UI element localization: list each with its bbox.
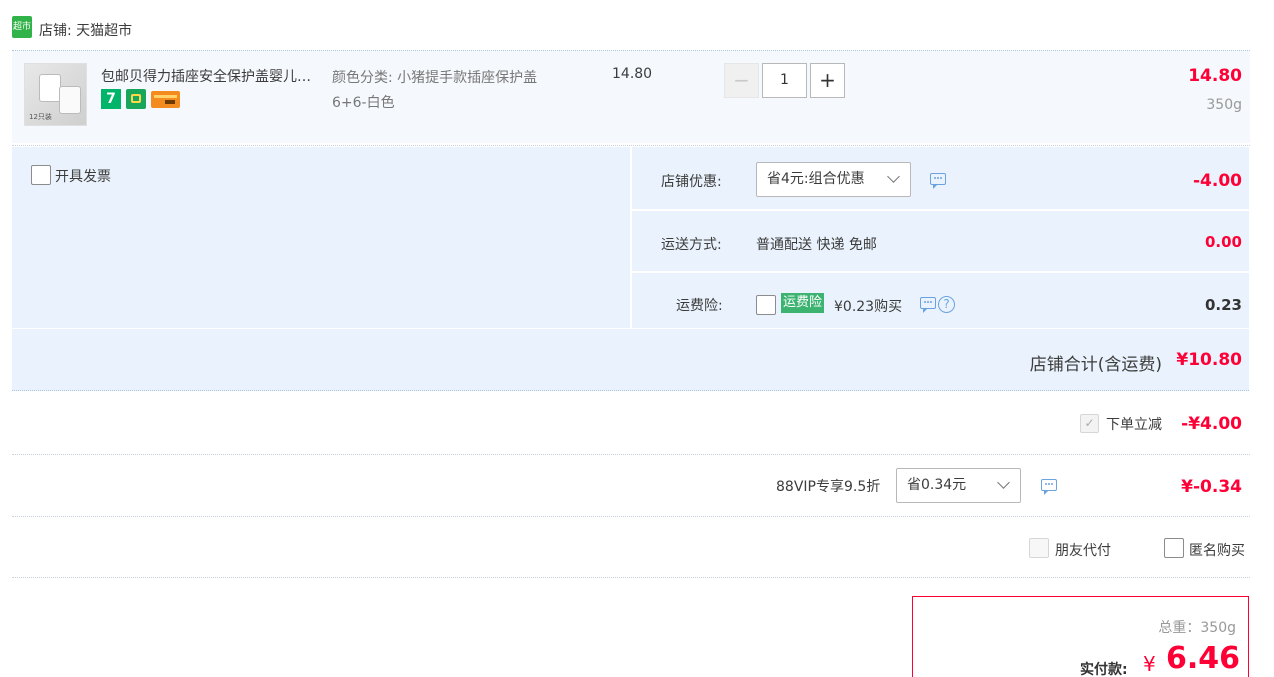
anonymous-checkbox[interactable] bbox=[1164, 538, 1184, 558]
quantity-stepper: − 1 + bbox=[724, 63, 845, 98]
anonymous-label[interactable]: 匿名购买 bbox=[1189, 540, 1245, 560]
total-weight: 总重：350g bbox=[1158, 620, 1236, 636]
thumbnail-cover-icon bbox=[59, 86, 81, 114]
vip-discount-amount: ¥-0.34 bbox=[1181, 477, 1242, 497]
plug-icon bbox=[126, 89, 146, 109]
sku-label: 颜色分类: 小猪提手款插座保护盖 bbox=[332, 70, 538, 86]
item-weight: 350g bbox=[1206, 97, 1242, 113]
invoice-label[interactable]: 开具发票 bbox=[55, 166, 111, 186]
friend-pay-checkbox[interactable] bbox=[1029, 538, 1049, 558]
seven-day-return-icon: 7 bbox=[101, 89, 121, 109]
chevron-down-icon bbox=[887, 170, 900, 183]
divider bbox=[12, 145, 1250, 146]
shipping-amount: 0.00 bbox=[1204, 233, 1242, 251]
shipping-method: 普通配送 快递 免邮 bbox=[756, 237, 877, 253]
shop-total-label: 店铺合计(含运费) bbox=[1029, 355, 1162, 375]
quantity-input[interactable]: 1 bbox=[762, 63, 807, 98]
options-column-divider bbox=[630, 147, 632, 328]
order-reduce-amount: -¥4.00 bbox=[1181, 414, 1242, 434]
divider bbox=[12, 516, 1250, 517]
insurance-amount: 0.23 bbox=[1204, 296, 1242, 314]
vip-discount-select[interactable]: 省0.34元 bbox=[896, 468, 1021, 503]
message-icon[interactable] bbox=[920, 297, 936, 313]
vip-discount-label: 88VIP专享9.5折 bbox=[776, 479, 881, 495]
order-reduce-checkbox[interactable]: ✓ bbox=[1080, 414, 1099, 433]
thumbnail-cover-icon bbox=[39, 74, 61, 102]
cart-item-row: 12只装 包邮贝得力插座安全保护盖婴儿… 7 颜色分类: 小猪提手款插座保护盖 … bbox=[12, 51, 1250, 143]
insurance-checkbox[interactable] bbox=[756, 295, 776, 315]
shop-name[interactable]: 店铺: 天猫超市 bbox=[39, 20, 132, 40]
help-icon[interactable]: ? bbox=[938, 296, 955, 313]
product-title[interactable]: 包邮贝得力插座安全保护盖婴儿… bbox=[101, 66, 311, 86]
friend-pay-label[interactable]: 朋友代付 bbox=[1055, 540, 1111, 560]
insurance-tag: 运费险 bbox=[781, 293, 825, 313]
shop-discount-label: 店铺优惠: bbox=[661, 174, 722, 190]
shop-discount-select-value: 省4元:组合优惠 bbox=[767, 171, 865, 187]
shop-total-amount: ¥10.80 bbox=[1176, 350, 1242, 370]
insurance-label: 运费险: bbox=[676, 298, 723, 314]
unit-price: 14.80 bbox=[612, 66, 653, 82]
order-reduce-label: 下单立减 bbox=[1106, 417, 1162, 433]
options-row-divider bbox=[632, 271, 1249, 273]
invoice-checkbox[interactable] bbox=[31, 165, 51, 185]
divider bbox=[12, 577, 1250, 578]
tmall-supermarket-icon: 超市 bbox=[12, 16, 32, 38]
pay-currency: ¥ bbox=[1143, 652, 1156, 676]
pay-amount: 6.46 bbox=[1166, 641, 1241, 676]
chevron-down-icon bbox=[997, 476, 1010, 489]
quantity-decrease-button[interactable]: − bbox=[724, 63, 759, 98]
vip-discount-select-value: 省0.34元 bbox=[907, 477, 967, 493]
divider bbox=[12, 454, 1250, 455]
payment-summary-box: 总重：350g 实付款: ¥ 6.46 bbox=[912, 596, 1249, 677]
pay-label: 实付款: bbox=[1080, 662, 1128, 677]
shop-discount-amount: -4.00 bbox=[1193, 171, 1242, 191]
item-subtotal: 14.80 bbox=[1188, 66, 1242, 86]
quantity-increase-button[interactable]: + bbox=[810, 63, 845, 98]
insurance-price: ¥0.23购买 bbox=[834, 299, 903, 315]
message-icon[interactable] bbox=[1041, 479, 1057, 495]
product-thumbnail[interactable]: 12只装 bbox=[24, 63, 87, 126]
thumbnail-caption: 12只装 bbox=[29, 113, 52, 121]
options-row-divider bbox=[632, 209, 1249, 211]
message-icon[interactable] bbox=[930, 173, 946, 189]
shop-discount-select[interactable]: 省4元:组合优惠 bbox=[756, 162, 911, 197]
shipping-label: 运送方式: bbox=[661, 237, 722, 253]
credit-card-icon bbox=[151, 91, 180, 108]
sku-value: 6+6-白色 bbox=[332, 95, 395, 111]
